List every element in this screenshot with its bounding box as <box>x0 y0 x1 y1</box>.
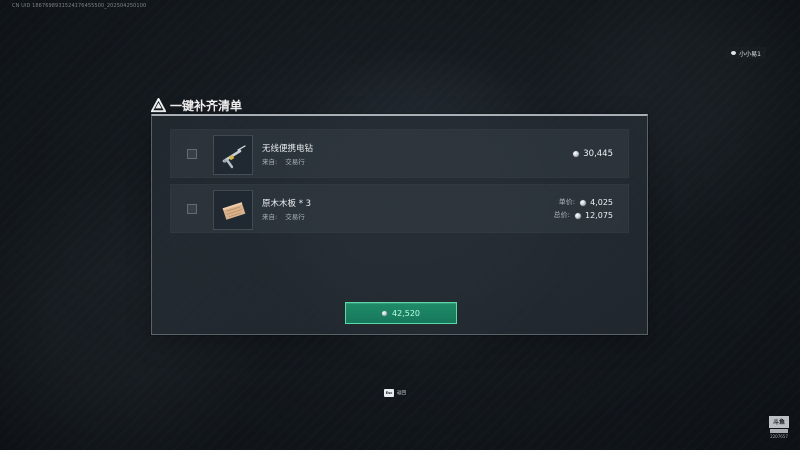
item-row-drill[interactable]: 无线便携电钻 来自: 交易行 30,445 <box>170 129 629 178</box>
price-value: 30,445 <box>583 149 613 159</box>
panel-title-text: 一键补齐清单 <box>170 98 243 113</box>
panel-title: 一键补齐清单 <box>151 96 451 114</box>
user-tag-label: 小小易1 <box>739 50 761 58</box>
item-price-drill: 30,445 <box>573 149 613 159</box>
game-screen: CN UID 1867698931524176455500_2025042501… <box>0 0 800 450</box>
total-price-value: 12,075 <box>585 211 613 220</box>
coin-icon <box>580 199 587 206</box>
item-source-planks: 来自: 交易行 <box>262 211 305 221</box>
coin-icon <box>382 310 387 316</box>
total-price-line: 总价: 12,075 <box>554 209 613 222</box>
watermark-id: 2207657 <box>770 434 788 439</box>
user-tag: 小小易1 <box>726 47 766 59</box>
total-price-label: 总价: <box>553 211 570 219</box>
item-source-drill: 来自: 交易行 <box>262 156 305 166</box>
item-row-planks[interactable]: 原木木板 * 3 来自: 交易行 单价: 4,025 总价: 12,075 <box>170 184 629 233</box>
unit-price-line: 单价: 4,025 <box>554 196 613 209</box>
item-price-planks: 单价: 4,025 总价: 12,075 <box>554 196 613 222</box>
unit-price-value: 4,025 <box>590 198 613 207</box>
drill-icon <box>214 136 252 174</box>
item-list: 无线便携电钻 来自: 交易行 30,445 原木木板 * 3 来自: 交易行 单… <box>170 129 629 239</box>
drill-thumbnail <box>213 135 253 175</box>
restock-panel: 无线便携电钻 来自: 交易行 30,445 原木木板 * 3 来自: 交易行 单… <box>151 114 648 335</box>
source-label: 来自: <box>262 213 278 221</box>
item-checkbox-planks[interactable] <box>187 204 197 214</box>
coin-icon <box>573 151 580 157</box>
esc-action: 返回 <box>397 391 406 396</box>
source-value: 交易行 <box>285 158 305 166</box>
wood-planks-icon <box>214 191 252 229</box>
coin-icon <box>575 212 581 219</box>
item-name-drill: 无线便携电钻 <box>262 144 314 154</box>
esc-hint[interactable]: Esc 返回 <box>384 388 406 398</box>
unit-price-label: 单价: <box>558 198 576 206</box>
esc-key: Esc <box>384 389 394 397</box>
source-label: 来自: <box>262 158 278 166</box>
user-dot-icon <box>731 51 737 55</box>
item-name-planks: 原木木板 * 3 <box>262 199 312 209</box>
uid-text: CN UID 1867698931524176455500_2025042501… <box>12 3 147 9</box>
watermark-logo: 斗鱼 <box>769 416 789 428</box>
watermark-badge <box>770 429 788 433</box>
watermark: 斗鱼 2207657 <box>768 416 790 444</box>
source-value: 交易行 <box>285 213 305 221</box>
planks-thumbnail <box>213 190 253 230</box>
warning-icon <box>151 97 166 113</box>
item-checkbox-drill[interactable] <box>187 149 197 159</box>
buy-all-button[interactable]: 42,520 <box>345 302 457 324</box>
buy-total: 42,520 <box>392 308 420 318</box>
